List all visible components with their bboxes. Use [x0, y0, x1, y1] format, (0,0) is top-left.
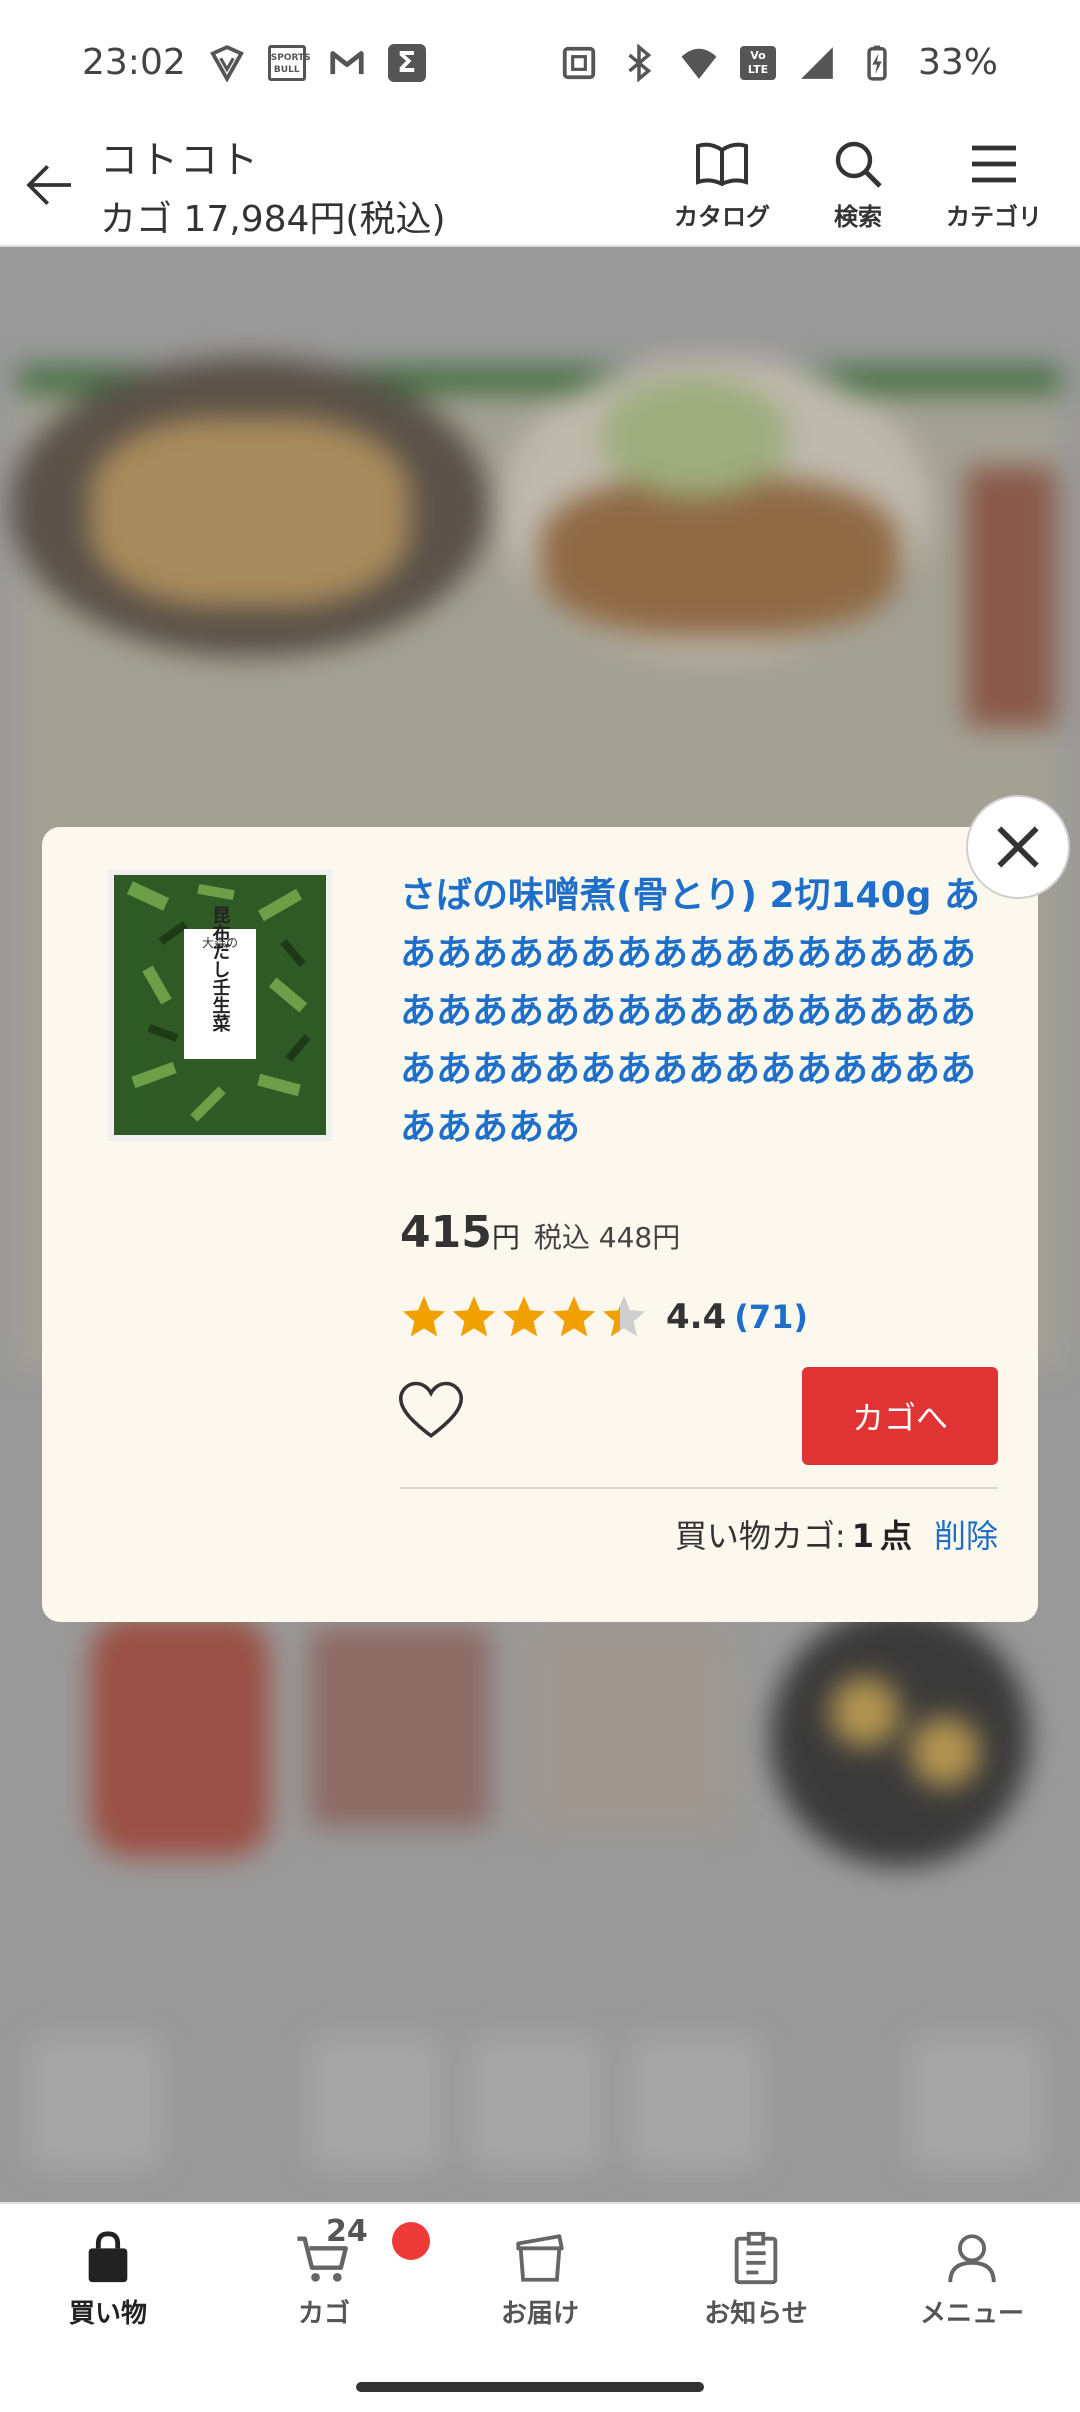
signal-icon	[798, 44, 836, 82]
delete-link[interactable]: 削除	[934, 1511, 998, 1557]
review-count-link[interactable]: (71)	[734, 1298, 808, 1336]
thumbnail-carousel	[30, 2037, 1050, 2167]
price-tax-included: 税込 448円	[533, 1221, 681, 1254]
star-icon	[552, 1296, 596, 1337]
store-name: コトコト	[100, 137, 261, 182]
category-label: カテゴリ	[946, 202, 1042, 231]
divider	[400, 1487, 998, 1489]
close-popup-button[interactable]	[966, 795, 1070, 899]
carousel-thumb	[630, 2037, 760, 2167]
header-actions: カタログ 検索 カテゴリ	[654, 124, 1062, 246]
nfc-icon	[560, 44, 598, 82]
product-title[interactable]: さばの味噌煮(骨とり) 2切140g あああああああああああああああああああああ…	[400, 867, 1000, 1157]
price-value: 415	[400, 1207, 492, 1258]
price-row: 415 円 税込 448円	[400, 1207, 680, 1258]
shopping-bag-icon	[88, 2230, 128, 2282]
vpn-shield-icon	[208, 44, 246, 82]
rating-row[interactable]: 4.4 (71)	[400, 1287, 808, 1347]
arrow-left-icon	[26, 165, 71, 205]
header-titles: コトコト カゴ 17,984円(税込)	[100, 129, 446, 242]
jam-image	[310, 1627, 490, 1827]
star-icon	[502, 1296, 546, 1337]
product-photo: 大森の 昆布だし壬生菜	[114, 875, 326, 1135]
carousel-thumb	[470, 2037, 600, 2167]
close-icon	[997, 826, 1039, 868]
favorite-button[interactable]	[398, 1380, 464, 1442]
cart-total[interactable]: カゴ 17,984円(税込)	[100, 190, 446, 242]
notification-dot	[392, 2222, 430, 2260]
nav-shopping[interactable]: 買い物	[0, 2204, 216, 2354]
kimchi-image	[90, 1617, 270, 1857]
package-image	[530, 1627, 730, 1827]
nav-label-cart: カゴ	[297, 2298, 350, 2329]
back-button[interactable]	[0, 124, 100, 246]
cart-status: 買い物カゴ: 1 点 削除	[675, 1511, 998, 1557]
home-indicator[interactable]	[356, 2382, 704, 2392]
menu-icon	[972, 145, 1016, 182]
egg-image	[830, 1677, 900, 1747]
cart-count-badge: 24	[326, 2214, 368, 2249]
status-right: Vo LTE 33%	[560, 42, 998, 83]
bluetooth-icon	[620, 43, 658, 82]
fish-dish-food	[90, 417, 410, 607]
battery-icon	[858, 44, 896, 82]
carousel-prev	[30, 2037, 160, 2167]
product-popup: 大森の 昆布だし壬生菜 さばの味噌煮(骨とり) 2切140g あああああああああ…	[42, 827, 1038, 1622]
status-time: 23:02	[82, 42, 186, 83]
nav-label-delivery: お届け	[500, 2298, 579, 2329]
meat-dish-food	[540, 477, 900, 637]
nav-label-menu: メニュー	[919, 2298, 1024, 2329]
banner-text-block	[966, 467, 1056, 727]
frying-pan-image	[770, 1607, 1030, 1867]
egg-image	[910, 1717, 980, 1787]
nav-notices[interactable]: お知らせ	[648, 2204, 864, 2354]
battery-percent: 33%	[917, 42, 998, 83]
nav-delivery[interactable]: お届け	[432, 2204, 648, 2354]
rating-value: 4.4	[666, 1297, 727, 1337]
catalog-label: カタログ	[674, 202, 770, 231]
category-button[interactable]: カテゴリ	[926, 124, 1062, 246]
star-icon	[602, 1296, 646, 1337]
nav-label-shopping: 買い物	[68, 2298, 147, 2329]
catalog-button[interactable]: カタログ	[654, 124, 790, 246]
search-label: 検索	[834, 202, 882, 231]
cart-status-unit: 点	[879, 1517, 912, 1555]
heart-icon	[398, 1381, 464, 1438]
app-header: コトコト カゴ 17,984円(税込) カタログ 検索 カテゴリ	[0, 125, 1080, 247]
add-to-cart-button[interactable]: カゴへ	[802, 1367, 998, 1465]
volte-icon: Vo LTE	[739, 45, 776, 80]
product-image[interactable]: 大森の 昆布だし壬生菜	[108, 869, 332, 1141]
book-icon	[696, 142, 748, 186]
carousel-thumb	[310, 2037, 440, 2167]
rating-stars	[400, 1293, 648, 1341]
lettuce-image	[600, 377, 790, 497]
carousel-next	[910, 2037, 1040, 2167]
clipboard-icon	[734, 2231, 778, 2284]
status-bar: 23:02 SPORTS BULL Σ Vo LTE 33%	[0, 0, 1080, 125]
wifi-icon	[680, 44, 718, 82]
delivery-box-icon	[516, 2233, 564, 2282]
nav-label-notices: お知らせ	[704, 2298, 808, 2329]
sigma-app-icon: Σ	[387, 43, 426, 82]
price-unit: 円	[491, 1221, 520, 1254]
star-icon	[402, 1296, 446, 1337]
status-left: 23:02 SPORTS BULL Σ	[82, 42, 426, 83]
sports-bull-icon: SPORTS BULL	[267, 44, 311, 81]
cart-status-count: 1	[851, 1517, 874, 1555]
bottom-navigation: 買い物 24 カゴ お届け お知らせ メニュー	[0, 2202, 1080, 2412]
search-button[interactable]: 検索	[790, 124, 926, 246]
star-icon	[452, 1296, 496, 1337]
product-image-label-main: 昆布だし壬生菜	[210, 906, 232, 1033]
gmail-icon	[328, 44, 366, 82]
search-icon	[835, 141, 882, 188]
cart-status-label: 買い物カゴ:	[674, 1517, 846, 1555]
nav-cart[interactable]: 24 カゴ	[216, 2204, 432, 2354]
user-icon	[948, 2233, 996, 2282]
nav-menu[interactable]: メニュー	[864, 2204, 1080, 2354]
